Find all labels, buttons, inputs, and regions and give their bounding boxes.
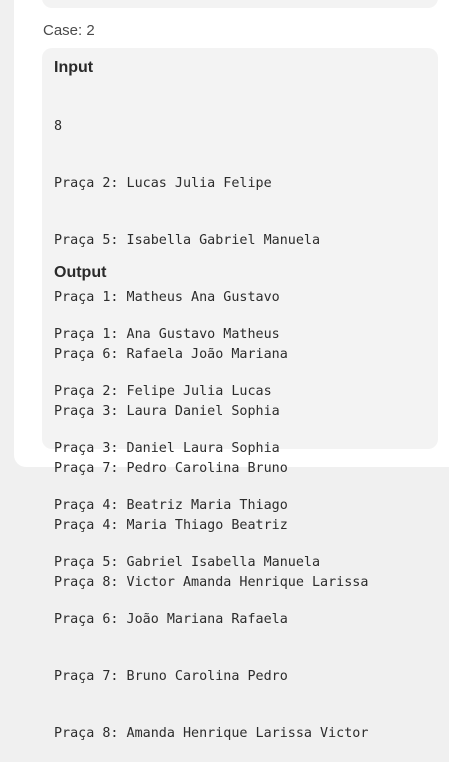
case-label: Case: 2 — [43, 22, 95, 39]
previous-case-box — [42, 0, 438, 8]
output-line: Praça 1: Ana Gustavo Matheus — [54, 327, 280, 342]
output-line: Praça 2: Felipe Julia Lucas — [54, 384, 272, 399]
input-line: Praça 2: Lucas Julia Felipe — [54, 176, 272, 191]
output-line: Praça 6: João Mariana Rafaela — [54, 612, 288, 627]
input-line: Praça 5: Isabella Gabriel Manuela — [54, 233, 321, 248]
output-line: Praça 8: Amanda Henrique Larissa Victor — [54, 726, 369, 741]
input-line: 8 — [54, 119, 63, 134]
output-line: Praça 7: Bruno Carolina Pedro — [54, 669, 288, 684]
output-line: Praça 3: Daniel Laura Sophia — [54, 441, 280, 456]
input-title: Input — [54, 59, 94, 76]
output-line: Praça 5: Gabriel Isabella Manuela — [54, 555, 321, 570]
output-block: Praça 1: Ana Gustavo Matheus Praça 2: Fe… — [54, 287, 368, 762]
output-line: Praça 4: Beatriz Maria Thiago — [54, 498, 288, 513]
output-title: Output — [54, 264, 107, 281]
